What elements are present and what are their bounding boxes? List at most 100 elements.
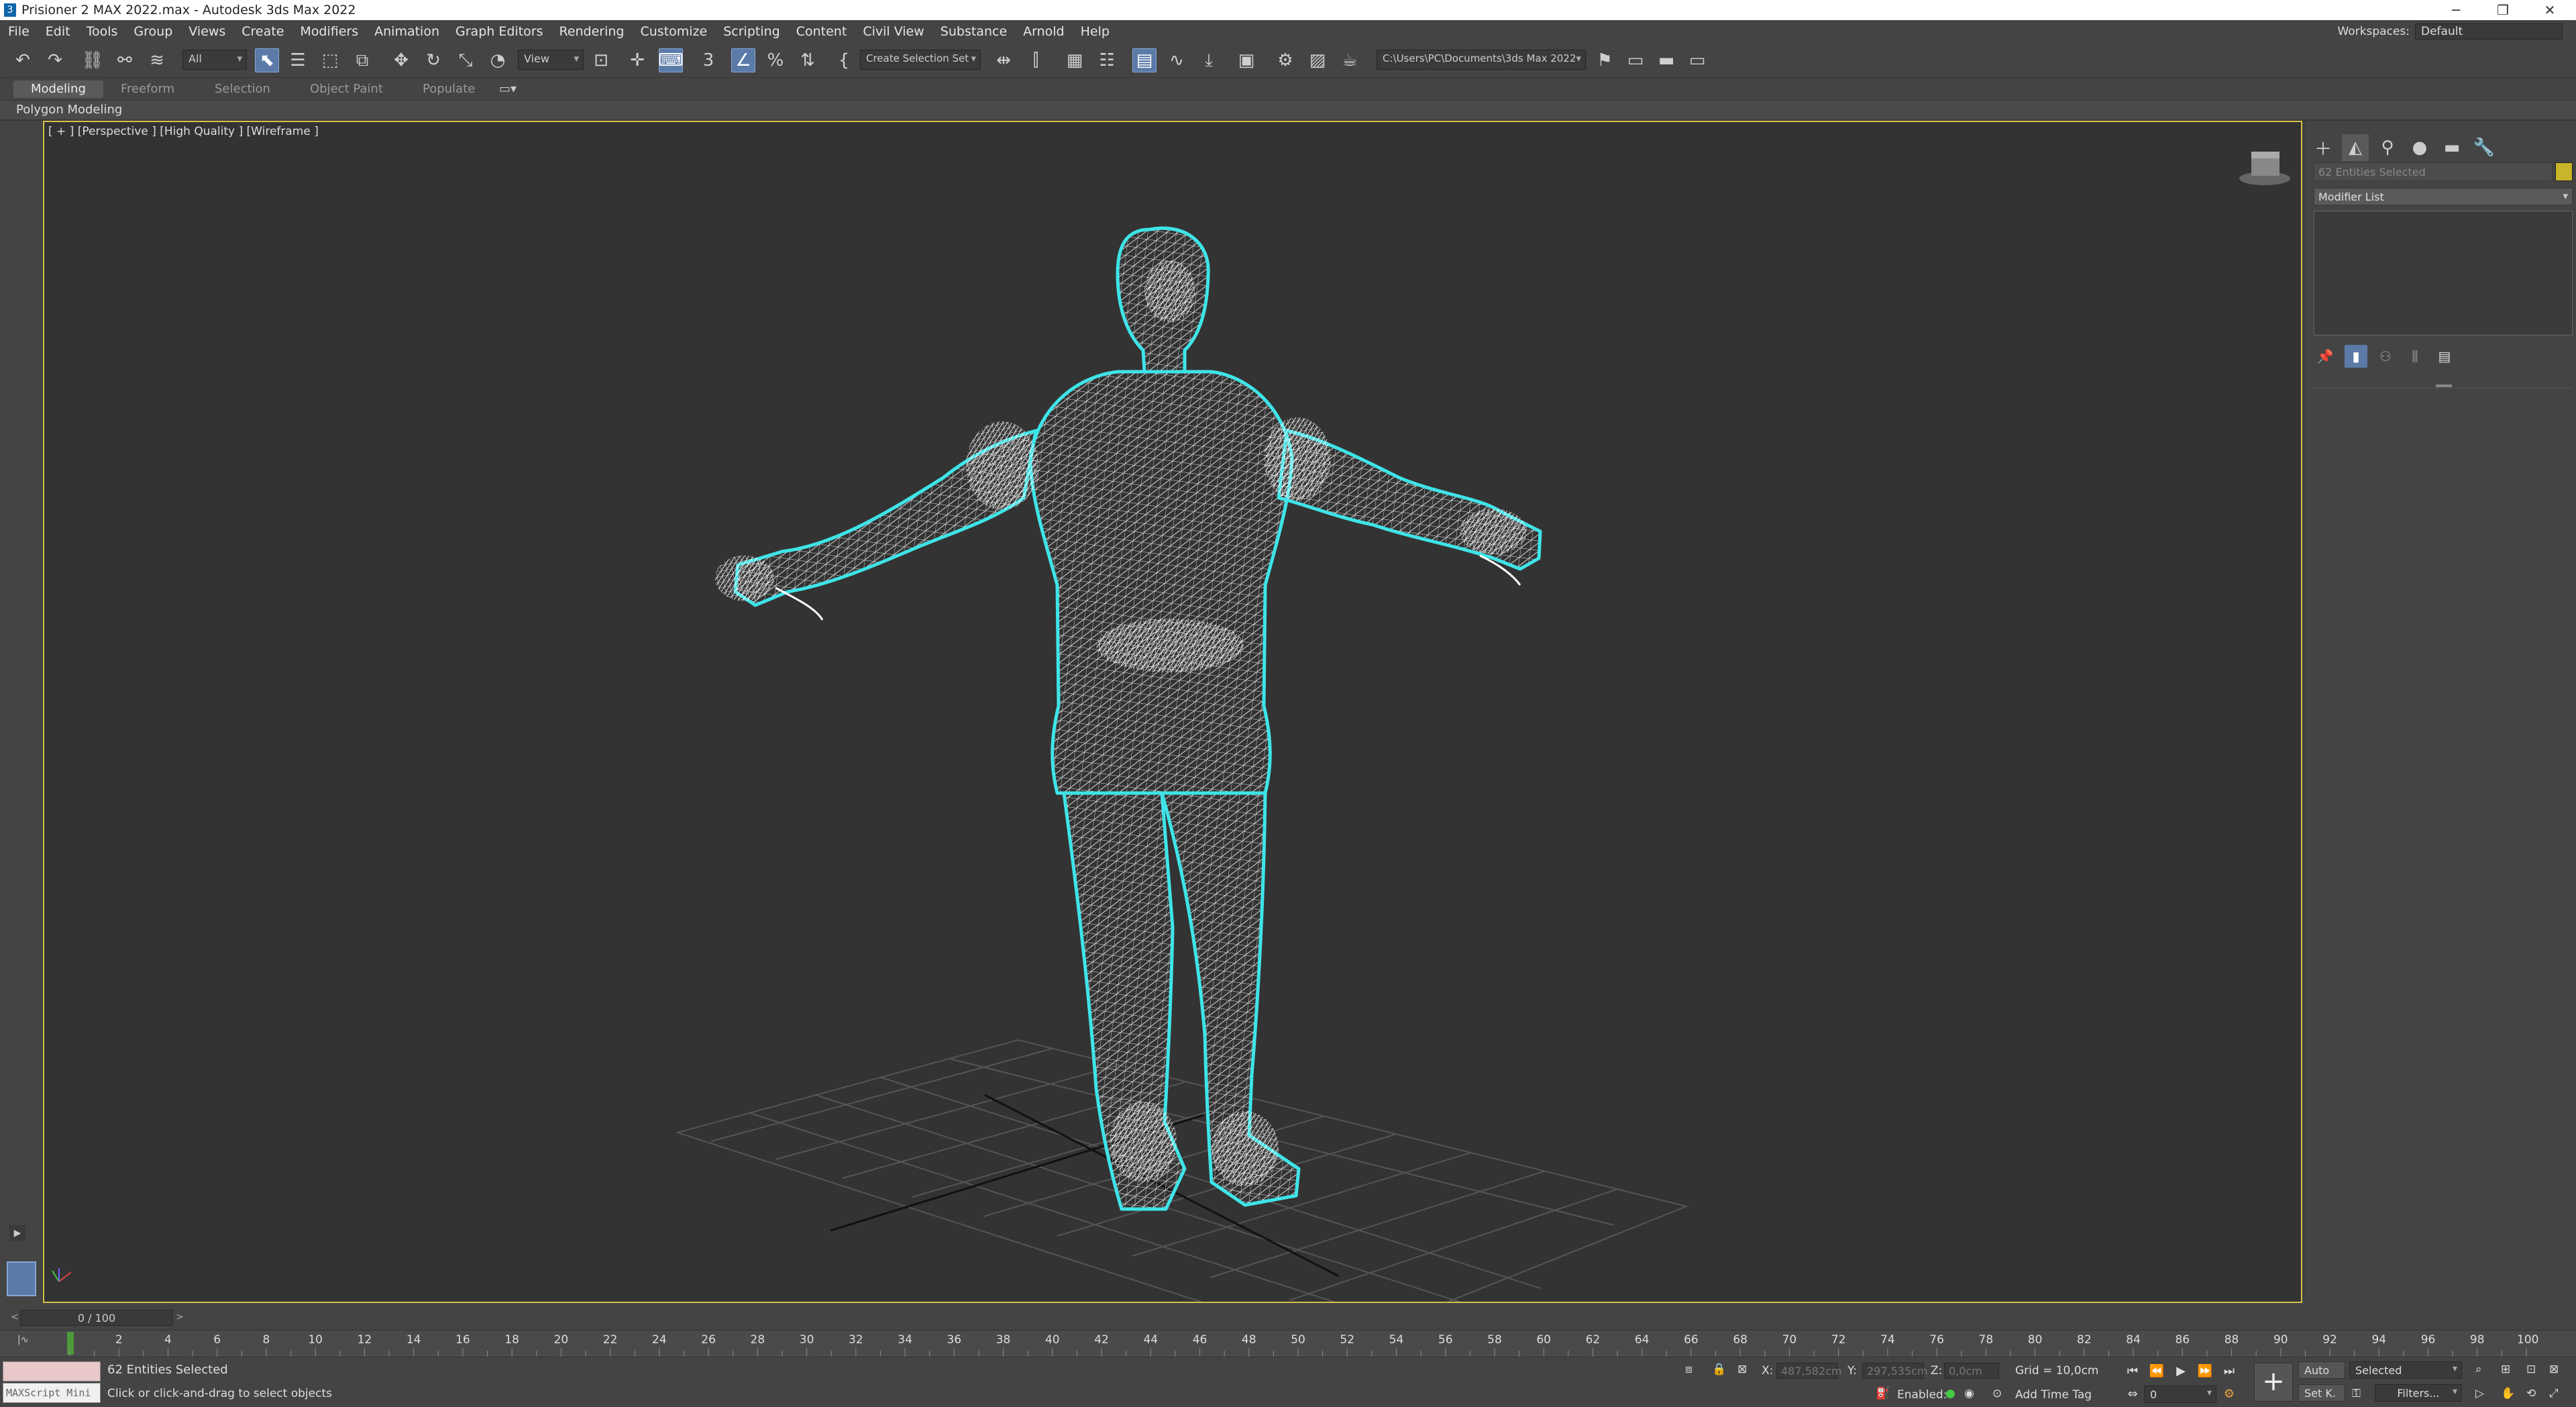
close-icon[interactable]: ✕ xyxy=(2529,0,2571,20)
menu-edit[interactable]: Edit xyxy=(38,24,78,39)
select-object-icon[interactable]: ⬉ xyxy=(255,48,279,72)
absolute-mode-icon[interactable]: ⊠ xyxy=(1737,1363,1747,1376)
rotate-icon[interactable]: ↻ xyxy=(421,48,445,72)
open-folder-icon[interactable]: ▬ xyxy=(1654,48,1678,72)
auto-key-button[interactable]: Auto xyxy=(2298,1361,2345,1379)
expand-layout-icon[interactable]: ▶ xyxy=(9,1225,25,1241)
time-tag-icon[interactable]: ⛽ xyxy=(1876,1387,1890,1400)
restore-icon[interactable]: ❐ xyxy=(2482,0,2524,20)
menu-group[interactable]: Group xyxy=(125,24,180,39)
x-coordinate-field[interactable]: 487,582cm xyxy=(1776,1363,1842,1379)
track-bar[interactable]: |∿ 2 4 6 8 10 12 14 16 18 20 22 24 26 28 30 32 34 36 38 40 4… xyxy=(0,1330,2576,1357)
goto-start-icon[interactable]: ⏮ xyxy=(2123,1361,2143,1380)
current-frame-field[interactable]: 0 xyxy=(2144,1386,2216,1403)
object-color-swatch[interactable] xyxy=(2555,162,2573,181)
selection-filter-dropdown[interactable]: All xyxy=(182,50,247,70)
spinner-snap-icon[interactable]: ⇅ xyxy=(796,48,820,72)
hierarchy-tab-icon[interactable]: ⚲ xyxy=(2374,134,2401,161)
menu-content[interactable]: Content xyxy=(788,24,855,39)
rendered-frame-window-icon[interactable]: ▨ xyxy=(1305,48,1330,72)
utilities-tab-icon[interactable]: 🔧 xyxy=(2471,134,2498,161)
menu-customize[interactable]: Customize xyxy=(633,24,716,39)
minimize-icon[interactable]: ─ xyxy=(2435,0,2477,20)
time-config-mode-icon[interactable]: ⇔ xyxy=(2123,1384,2143,1403)
key-filters-button[interactable]: Filters... xyxy=(2375,1384,2462,1402)
prev-frame-icon[interactable]: ⏪ xyxy=(2147,1361,2167,1380)
isolate-selection-icon[interactable]: ⧈ xyxy=(1685,1363,1693,1376)
key-mode-dropdown[interactable]: Selected xyxy=(2349,1361,2462,1379)
perspective-viewport[interactable]: [ + ] [Perspective ] [High Quality ] [Wi… xyxy=(43,121,2302,1303)
unlink-icon[interactable]: ⚯ xyxy=(113,48,137,72)
scale-icon[interactable]: ⤡ xyxy=(453,48,478,72)
key-filter-icon[interactable]: ⚿ xyxy=(2352,1387,2361,1400)
schematic-view-icon[interactable]: ⤓ xyxy=(1197,48,1221,72)
time-slider[interactable]: < 0 / 100 > xyxy=(11,1310,184,1326)
y-coordinate-field[interactable]: 297,535cm xyxy=(1862,1363,1928,1379)
remove-modifier-icon[interactable]: ⫼ xyxy=(2404,345,2426,368)
modify-tab-icon[interactable]: ◭ xyxy=(2342,134,2369,161)
display-tab-icon[interactable]: ▬ xyxy=(2438,134,2465,161)
object-name-field[interactable]: 62 Entities Selected xyxy=(2314,162,2553,181)
enabled-indicator-icon[interactable]: ● xyxy=(1945,1387,1955,1400)
time-prev-icon[interactable]: < xyxy=(10,1312,19,1322)
play-icon[interactable]: ▶ xyxy=(2171,1361,2191,1380)
render-setup-icon[interactable]: ⚙ xyxy=(1273,48,1297,72)
menu-graph-editors[interactable]: Graph Editors xyxy=(447,24,551,39)
set-key-button[interactable]: Set K. xyxy=(2298,1384,2345,1402)
bind-spacewarp-icon[interactable]: ≋ xyxy=(145,48,169,72)
toggle-layer-explorer-icon[interactable]: ☷ xyxy=(1095,48,1119,72)
time-next-icon[interactable]: > xyxy=(175,1312,184,1322)
pin-stack-icon[interactable]: 📌 xyxy=(2314,345,2337,368)
maxscript-mini-listener[interactable]: MAXScript Mini xyxy=(3,1383,101,1403)
add-time-tag[interactable]: Add Time Tag xyxy=(2015,1388,2092,1402)
make-unique-icon[interactable]: ⚇ xyxy=(2374,345,2397,368)
tab-populate[interactable]: Populate xyxy=(405,81,492,98)
tab-selection[interactable]: Selection xyxy=(197,81,288,98)
material-editor-icon[interactable]: ▣ xyxy=(1234,48,1258,72)
motion-tab-icon[interactable]: ● xyxy=(2406,134,2433,161)
set-key-big-button[interactable]: + xyxy=(2254,1363,2293,1402)
menu-tools[interactable]: Tools xyxy=(78,24,126,39)
angle-snap-icon[interactable]: ∠ xyxy=(731,48,755,72)
zoom-extents-icon[interactable]: ⊡ xyxy=(2526,1363,2536,1376)
show-end-result-icon[interactable]: ▮ xyxy=(2345,345,2367,368)
selection-lock-icon[interactable]: 🔒 xyxy=(1712,1363,1726,1376)
menu-civil-view[interactable]: Civil View xyxy=(855,24,932,39)
project-folder-icon[interactable]: ▭ xyxy=(1623,48,1648,72)
orbit-icon[interactable]: ⟲ xyxy=(2526,1387,2536,1400)
keyboard-shortcut-override-icon[interactable]: ⌨ xyxy=(658,48,684,72)
move-icon[interactable]: ✥ xyxy=(389,48,413,72)
zoom-extents-all-icon[interactable]: ⊠ xyxy=(2549,1363,2559,1376)
menu-modifiers[interactable]: Modifiers xyxy=(292,24,366,39)
menu-substance[interactable]: Substance xyxy=(932,24,1015,39)
menu-views[interactable]: Views xyxy=(180,24,233,39)
menu-arnold[interactable]: Arnold xyxy=(1015,24,1072,39)
time-tag-add-icon[interactable]: ⊙ xyxy=(1992,1387,2002,1400)
modifier-list-dropdown[interactable]: Modifier List xyxy=(2314,188,2573,205)
toggle-scene-explorer-icon[interactable]: ▦ xyxy=(1063,48,1087,72)
zoom-all-icon[interactable]: ⊞ xyxy=(2501,1363,2510,1376)
link-icon[interactable]: ⛓ xyxy=(80,48,105,72)
reference-coord-dropdown[interactable]: View xyxy=(518,50,584,70)
select-by-name-icon[interactable]: ☰ xyxy=(286,48,310,72)
rect-selection-icon[interactable]: ⬚ xyxy=(318,48,342,72)
select-manipulate-icon[interactable]: ✛ xyxy=(625,48,649,72)
time-configuration-icon[interactable]: ⚙ xyxy=(2219,1384,2239,1403)
selection-set-dropdown[interactable]: Create Selection Set xyxy=(860,50,981,70)
tab-freeform[interactable]: Freeform xyxy=(103,81,192,98)
align-icon[interactable]: ⫿ xyxy=(1024,48,1048,72)
maximize-viewport-icon[interactable]: ⤢ xyxy=(2549,1387,2559,1400)
edit-named-selection-icon[interactable]: { xyxy=(832,48,856,72)
pan-icon[interactable]: ✋ xyxy=(2501,1387,2515,1400)
panel-resize-handle[interactable] xyxy=(2436,384,2452,387)
menu-help[interactable]: Help xyxy=(1073,24,1118,39)
configure-modifier-sets-icon[interactable]: ▤ xyxy=(2433,345,2456,368)
polygon-modeling-label[interactable]: Polygon Modeling xyxy=(16,103,122,117)
fov-icon[interactable]: ▷ xyxy=(2475,1387,2484,1400)
project-folder-dropdown[interactable]: C:\Users\PC\Documents\3ds Max 2022 xyxy=(1377,50,1586,70)
render-production-icon[interactable]: ☕ xyxy=(1338,48,1362,72)
menu-animation[interactable]: Animation xyxy=(366,24,447,39)
viewport-layout-tab-icon[interactable] xyxy=(7,1261,36,1296)
percent-snap-icon[interactable]: % xyxy=(763,48,788,72)
zoom-icon[interactable]: ⌕ xyxy=(2475,1363,2482,1376)
